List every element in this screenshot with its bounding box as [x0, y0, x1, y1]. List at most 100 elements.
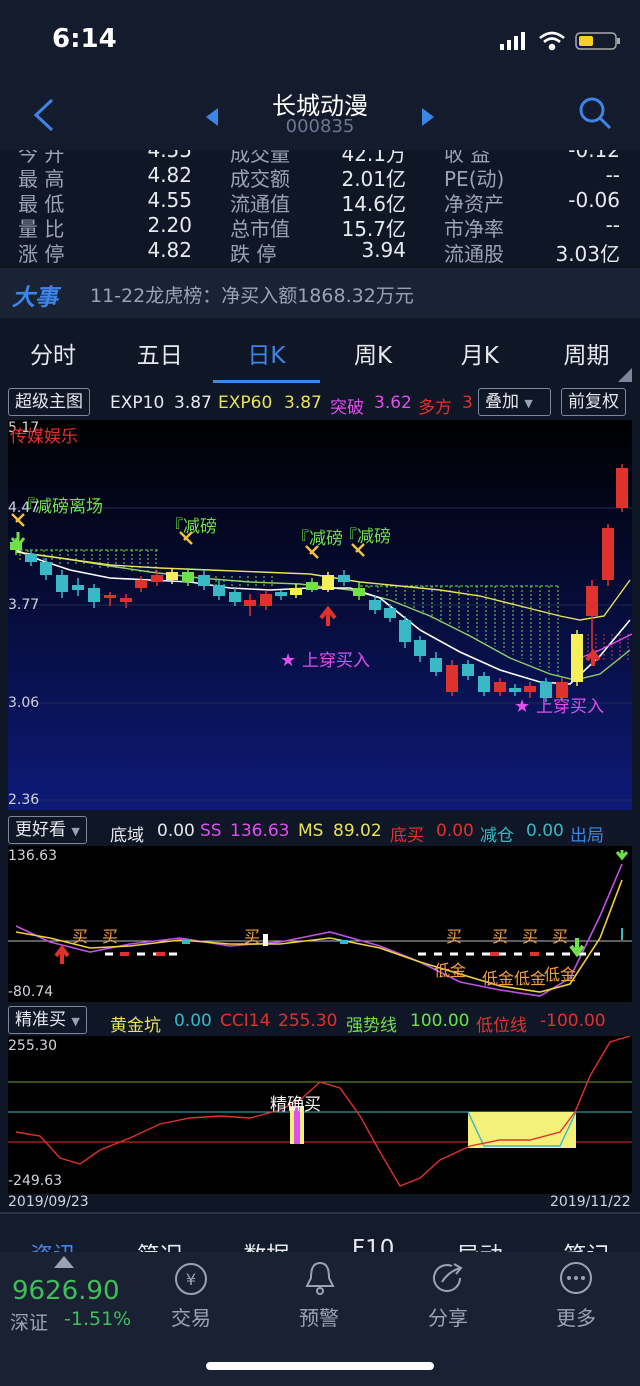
- active-tab-indicator: [213, 380, 320, 383]
- candle: [602, 528, 614, 580]
- dock-share[interactable]: 分享: [398, 1302, 498, 1331]
- candle: [275, 592, 287, 596]
- dropdown-icon: ▼: [71, 825, 80, 838]
- quote-value: 3.94: [361, 238, 406, 262]
- sub1-indicator-label: 更好看: [15, 820, 66, 840]
- info-tab-0[interactable]: 资讯: [0, 1236, 106, 1252]
- sub1-indicator-chart[interactable]: 买买买买买买买低金 低金 低金低金: [0, 846, 640, 1004]
- candle: [540, 682, 552, 698]
- candle: [556, 682, 568, 698]
- corner-triangle-icon: [618, 368, 632, 382]
- candle: [166, 572, 178, 580]
- red-dash: [490, 952, 499, 956]
- candle: [198, 575, 210, 586]
- sub2-indicator-select[interactable]: 精准买 ▼: [8, 1006, 87, 1034]
- bell-icon[interactable]: [304, 1260, 336, 1296]
- jiancang-value: 0.00: [526, 821, 564, 841]
- info-tabs: 资讯简况数据F10异动笔记: [0, 1212, 640, 1252]
- trade-icon[interactable]: ¥: [174, 1262, 208, 1296]
- candle: [414, 640, 426, 656]
- sub2-ymax: 255.30: [8, 1038, 57, 1054]
- quote-row: 最 低 4.55 流通值 14.6亿 净资产 -0.06: [0, 188, 640, 216]
- status-icons: [500, 31, 620, 51]
- candle: [478, 676, 490, 692]
- info-tab-2[interactable]: 数据: [213, 1236, 319, 1252]
- dropdown-icon: ▼: [71, 1015, 80, 1028]
- event-badge: 大事: [12, 285, 58, 311]
- duofang-value: 3: [462, 393, 473, 413]
- info-tab-4[interactable]: 异动: [427, 1236, 533, 1252]
- tab-3[interactable]: 周K: [320, 336, 426, 370]
- quote-value: 3.03亿: [555, 242, 620, 266]
- cyan-dash: [182, 940, 190, 944]
- overlay-select[interactable]: 叠加 ▼: [478, 388, 551, 416]
- candle: [524, 686, 536, 692]
- candle: [151, 575, 163, 582]
- cci-label: CCI14: [220, 1011, 271, 1031]
- sub1-ymax: 136.63: [8, 848, 57, 864]
- quote-label: 跌 停: [230, 242, 277, 266]
- candle: [494, 682, 506, 692]
- wifi-icon: [539, 31, 565, 51]
- index-value[interactable]: 9626.90: [12, 1276, 120, 1306]
- quote-label: 涨 停: [18, 242, 65, 266]
- candle: [72, 585, 84, 590]
- info-tab-1[interactable]: 简况: [107, 1236, 213, 1252]
- sub2-cci-chart[interactable]: [0, 1036, 640, 1212]
- date-end: 2019/11/22: [550, 1194, 631, 1210]
- tupo-value: 3.62: [374, 393, 412, 413]
- candle: [229, 592, 241, 602]
- diyu-value: 0.00: [157, 821, 195, 841]
- expand-up-icon[interactable]: [54, 1256, 74, 1268]
- exp60-label: EXP60: [218, 393, 273, 413]
- dock-more[interactable]: 更多: [526, 1302, 626, 1331]
- quote-value: 4.82: [147, 163, 192, 187]
- status-bar: 6:14: [0, 0, 640, 80]
- dock-alert[interactable]: 预警: [269, 1302, 369, 1331]
- ms-value: 89.02: [333, 821, 382, 841]
- info-tab-5[interactable]: 笔记: [534, 1236, 640, 1252]
- candle: [586, 586, 598, 616]
- buy-label-0: 买: [72, 927, 88, 946]
- quote-value: --: [605, 163, 620, 187]
- period-tabs: 分时 五日 日K 周K 月K 周期: [0, 318, 640, 384]
- candle: [40, 562, 52, 575]
- info-tab-3[interactable]: F10: [320, 1236, 426, 1252]
- white-bar: [263, 934, 268, 946]
- candle: [104, 595, 116, 598]
- quote-row: 最 高 4.82 成交额 2.01亿 PE(动) --: [0, 163, 640, 191]
- candle: [306, 582, 318, 590]
- dijin-label-0: 低金: [434, 961, 466, 980]
- tab-1[interactable]: 五日: [107, 336, 213, 370]
- buy-label-6: 买: [552, 927, 568, 946]
- y-tick-3: 3.77: [8, 597, 40, 613]
- tab-4[interactable]: 月K: [427, 336, 533, 370]
- more-icon[interactable]: [558, 1260, 594, 1296]
- hjk-value: 0.00: [174, 1011, 212, 1031]
- candle: [353, 588, 365, 596]
- sub1-indicator-select[interactable]: 更好看 ▼: [8, 816, 87, 844]
- event-bar[interactable]: 大事 11-22龙虎榜：净买入额1868.32万元: [0, 268, 640, 318]
- dock-trade[interactable]: 交易: [141, 1302, 241, 1331]
- candle: [56, 575, 68, 592]
- stock-code: 000835: [285, 116, 355, 137]
- quote-row: 今 开 4.55 成交量 42.1万收 益 -0.12: [0, 150, 640, 166]
- index-name: 深证: [10, 1312, 49, 1334]
- adjust-select[interactable]: 前复权: [561, 388, 626, 416]
- main-indicator-select[interactable]: 超级主图: [8, 388, 90, 416]
- candle: [462, 664, 474, 676]
- qsx-value: 100.00: [410, 1011, 470, 1031]
- tab-5[interactable]: 周期: [534, 336, 640, 370]
- tab-0[interactable]: 分时: [0, 336, 106, 370]
- tab-2[interactable]: 日K: [213, 336, 319, 370]
- quote-value: 4.55: [147, 188, 192, 212]
- bottom-dock: 9626.90 深证 -1.51% ¥ 交易 预警 分享 更多: [0, 1252, 640, 1386]
- signal-icon: [500, 32, 525, 50]
- candle: [260, 594, 272, 606]
- quote-value: 2.20: [147, 213, 192, 237]
- dwx-value: -100.00: [540, 1011, 606, 1031]
- ms-label: MS: [298, 821, 324, 841]
- quote-value: -0.06: [568, 188, 620, 212]
- share-icon[interactable]: [430, 1260, 466, 1296]
- main-kline-chart[interactable]: 『减磅离场『减磅『减磅『减磅★ 上穿买入★ 上穿买入: [0, 420, 640, 814]
